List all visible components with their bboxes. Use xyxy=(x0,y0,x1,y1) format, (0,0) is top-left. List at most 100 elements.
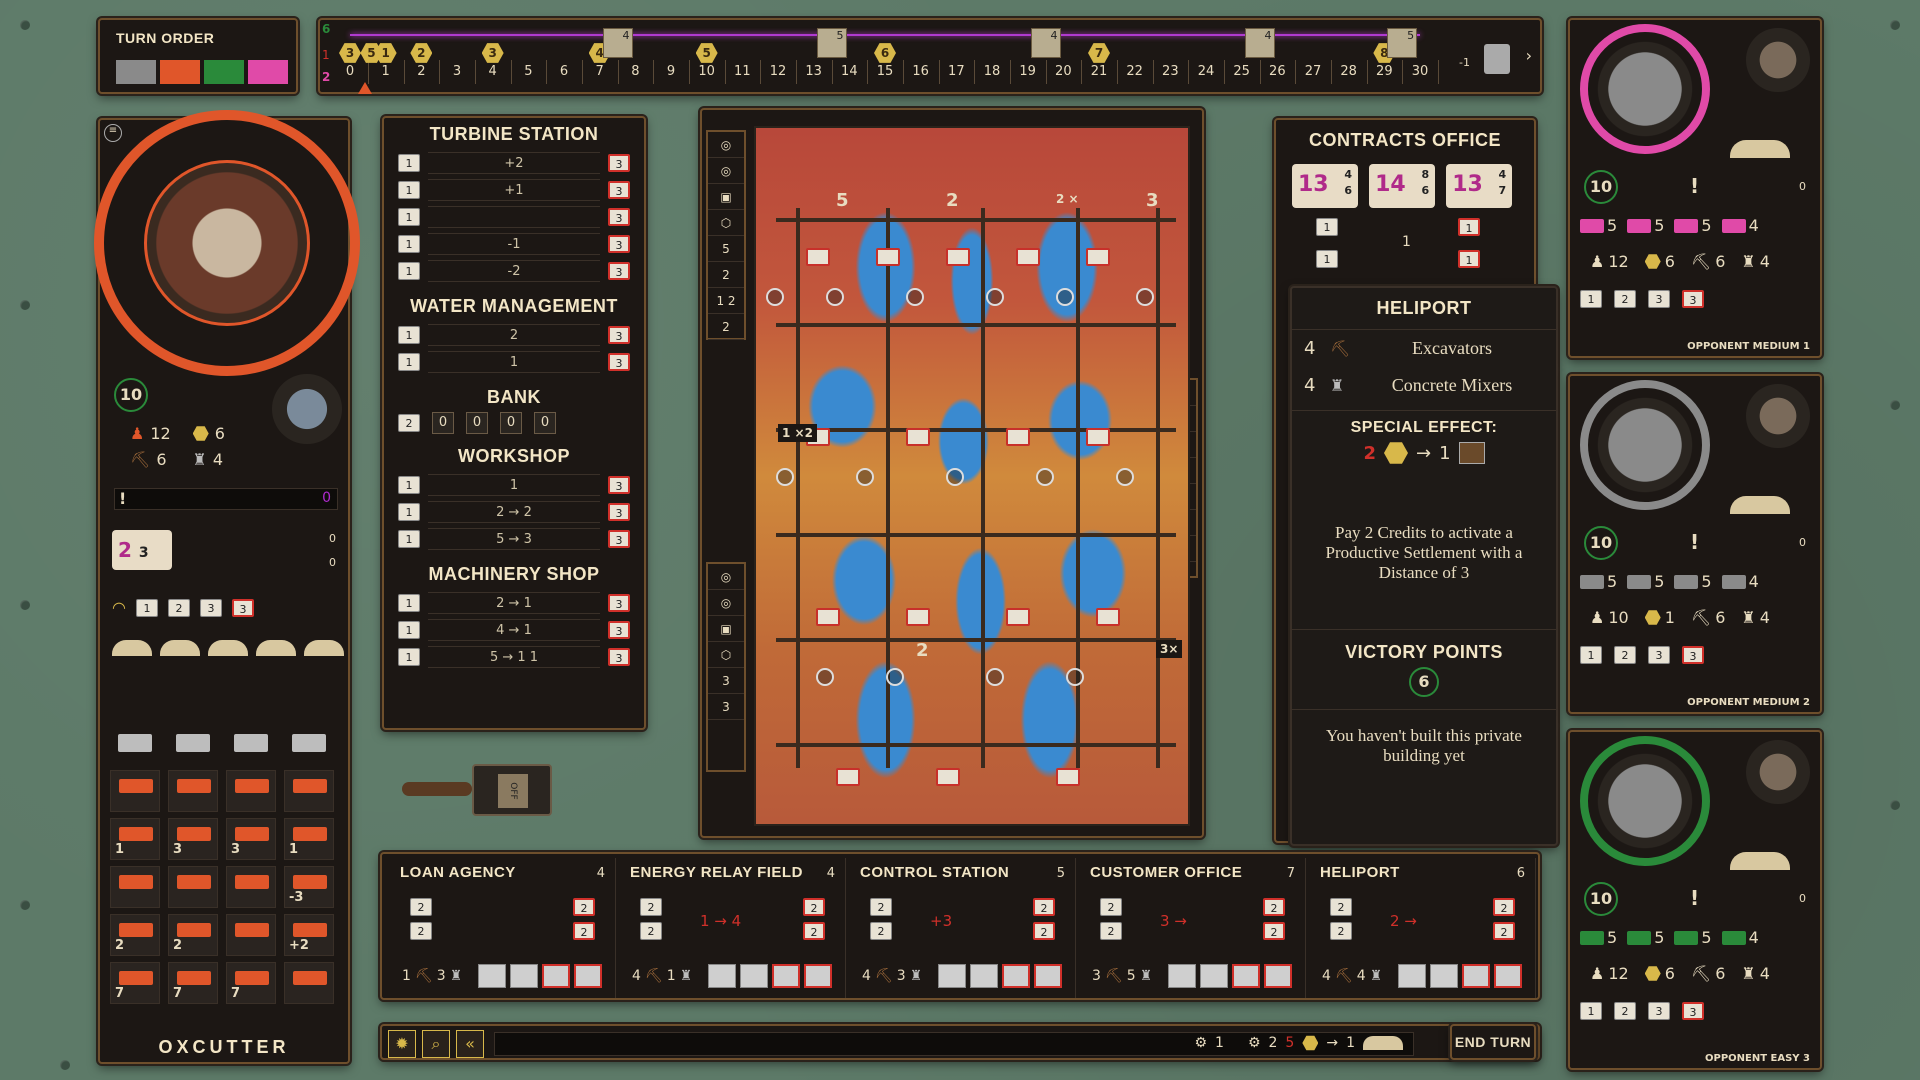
fan-slot-icon[interactable] xyxy=(112,640,152,656)
map-build-slot[interactable] xyxy=(1006,428,1030,446)
opponent-worker-slot[interactable]: 1 xyxy=(1580,646,1602,664)
map-dam-site[interactable] xyxy=(1116,468,1134,486)
private-building-slot[interactable] xyxy=(1034,964,1062,988)
map-dam-site[interactable] xyxy=(1036,468,1054,486)
private-building-worker-slot[interactable]: 2 xyxy=(573,898,595,916)
player-structure-slot[interactable]: 7 xyxy=(110,962,160,1004)
machinery-shop-worker-slot[interactable]: 1 xyxy=(398,620,420,639)
private-building-slot[interactable] xyxy=(1002,964,1030,988)
worker-slot-4[interactable]: 3 xyxy=(231,598,254,617)
opponent-worker-slot[interactable]: 3 xyxy=(1682,1002,1704,1020)
map-build-slot[interactable] xyxy=(936,768,960,786)
workshop-worker-slot[interactable]: 3 xyxy=(608,529,630,548)
opponent-advisor-portrait[interactable] xyxy=(1746,28,1810,92)
water-management-worker-slot[interactable]: 3 xyxy=(608,352,630,371)
map-build-slot[interactable] xyxy=(806,248,830,266)
info-icon[interactable]: ≡ xyxy=(104,124,122,142)
map-build-slot[interactable] xyxy=(1086,428,1110,446)
private-building-worker-slot[interactable]: 2 xyxy=(640,922,662,940)
player-structure-slot[interactable]: 3 xyxy=(226,818,276,860)
private-building-slot[interactable] xyxy=(1430,964,1458,988)
water-management-worker-slot[interactable]: 1 xyxy=(398,352,420,371)
map-side-slot[interactable]: ◎ xyxy=(708,132,744,158)
map-dam-site[interactable] xyxy=(946,468,964,486)
private-building-slot[interactable] xyxy=(1232,964,1260,988)
private-building-slot[interactable] xyxy=(542,964,570,988)
turbine-station-worker-slot[interactable]: 3 xyxy=(608,261,630,280)
map-side-slot[interactable]: ⬡ xyxy=(708,210,744,236)
opponent-worker-slot[interactable]: 3 xyxy=(1682,646,1704,664)
machinery-shop-worker-slot[interactable]: 3 xyxy=(608,593,630,612)
private-building-worker-slot[interactable]: 2 xyxy=(1493,922,1515,940)
worker-slot-2[interactable]: 2 xyxy=(167,598,190,617)
contracts-worker-slot[interactable]: 1 xyxy=(1458,218,1480,236)
turbine-station-worker-slot[interactable]: 1 xyxy=(398,180,420,199)
machinery-shop-worker-slot[interactable]: 3 xyxy=(608,620,630,639)
player-structure-slot[interactable]: 2 xyxy=(168,914,218,956)
player-structure-slot[interactable] xyxy=(168,866,218,908)
contract-card[interactable]: 14 8 6 xyxy=(1369,164,1436,208)
private-building-slot[interactable] xyxy=(1462,964,1490,988)
map-build-slot[interactable] xyxy=(876,248,900,266)
map-dam-site[interactable] xyxy=(1066,668,1084,686)
map-dam-site[interactable] xyxy=(1056,288,1074,306)
private-building[interactable]: CUSTOMER OFFICE 7 2 2 2 2 3 → 3 ⛏ 5 ♜ xyxy=(1080,858,1306,998)
worker-slot-3[interactable]: 3 xyxy=(199,598,222,617)
private-building-slot[interactable] xyxy=(970,964,998,988)
opponent-advisor-portrait[interactable] xyxy=(1746,740,1810,804)
private-building-slot[interactable] xyxy=(938,964,966,988)
private-building-slot[interactable] xyxy=(478,964,506,988)
contract-card[interactable]: 13 4 6 xyxy=(1292,164,1358,208)
private-building-worker-slot[interactable]: 2 xyxy=(1100,922,1122,940)
player-portrait[interactable] xyxy=(144,160,310,326)
private-building-worker-slot[interactable]: 2 xyxy=(1263,922,1285,940)
player-structure-slot[interactable]: 7 xyxy=(168,962,218,1004)
player-contract-card[interactable]: 2 3 xyxy=(112,530,172,570)
private-building-slot[interactable] xyxy=(740,964,768,988)
turbine-station-worker-slot[interactable]: 3 xyxy=(608,207,630,226)
private-building-slot[interactable] xyxy=(804,964,832,988)
contracts-worker-slot[interactable]: 1 xyxy=(1316,250,1338,268)
water-management-worker-slot[interactable]: 1 xyxy=(398,325,420,344)
map-build-slot[interactable] xyxy=(836,768,860,786)
player-structure-slot[interactable] xyxy=(226,914,276,956)
map-side-slot[interactable]: ◎ xyxy=(708,158,744,184)
map-dam-site[interactable] xyxy=(986,668,1004,686)
private-building-worker-slot[interactable]: 2 xyxy=(1263,898,1285,916)
opponent-worker-slot[interactable]: 3 xyxy=(1648,646,1670,664)
opponent-worker-slot[interactable]: 3 xyxy=(1648,1002,1670,1020)
opponent-worker-slot[interactable]: 1 xyxy=(1580,1002,1602,1020)
opponent-worker-slot[interactable]: 1 xyxy=(1580,290,1602,308)
private-building-worker-slot[interactable]: 2 xyxy=(1100,898,1122,916)
private-building-slot[interactable] xyxy=(574,964,602,988)
map-dam-site[interactable] xyxy=(986,288,1004,306)
bank-cell[interactable]: 0 xyxy=(466,412,488,434)
bank-cell[interactable]: 0 xyxy=(534,412,556,434)
player-structure-slot[interactable]: +2 xyxy=(284,914,334,956)
workshop-worker-slot[interactable]: 1 xyxy=(398,529,420,548)
map-dam-site[interactable] xyxy=(826,288,844,306)
player-structure-slot[interactable] xyxy=(168,770,218,812)
workshop-worker-slot[interactable]: 3 xyxy=(608,502,630,521)
player-structure-slot[interactable]: 2 xyxy=(110,914,160,956)
private-building-worker-slot[interactable]: 2 xyxy=(870,898,892,916)
map-build-slot[interactable] xyxy=(1006,608,1030,626)
map-side-slot[interactable]: ◎ xyxy=(708,590,744,616)
contracts-worker-slot[interactable]: 1 xyxy=(1458,250,1480,268)
map-build-slot[interactable] xyxy=(1056,768,1080,786)
opponent-portrait[interactable] xyxy=(1580,380,1710,510)
turbine-station-worker-slot[interactable]: 1 xyxy=(398,261,420,280)
private-building-worker-slot[interactable]: 2 xyxy=(803,922,825,940)
turbine-station-worker-slot[interactable]: 1 xyxy=(398,207,420,226)
player-structure-slot[interactable]: 7 xyxy=(226,962,276,1004)
private-building-worker-slot[interactable]: 2 xyxy=(1033,922,1055,940)
map-build-slot[interactable] xyxy=(946,248,970,266)
player-advisor-portrait[interactable] xyxy=(272,374,342,444)
opponent-portrait[interactable] xyxy=(1580,736,1710,866)
opponent-advisor-portrait[interactable] xyxy=(1746,384,1810,448)
map-side-slot[interactable]: ▣ xyxy=(708,184,744,210)
machinery-shop-worker-slot[interactable]: 1 xyxy=(398,647,420,666)
workshop-worker-slot[interactable]: 1 xyxy=(398,502,420,521)
opponent-worker-slot[interactable]: 2 xyxy=(1614,290,1636,308)
private-building-slot[interactable] xyxy=(1398,964,1426,988)
